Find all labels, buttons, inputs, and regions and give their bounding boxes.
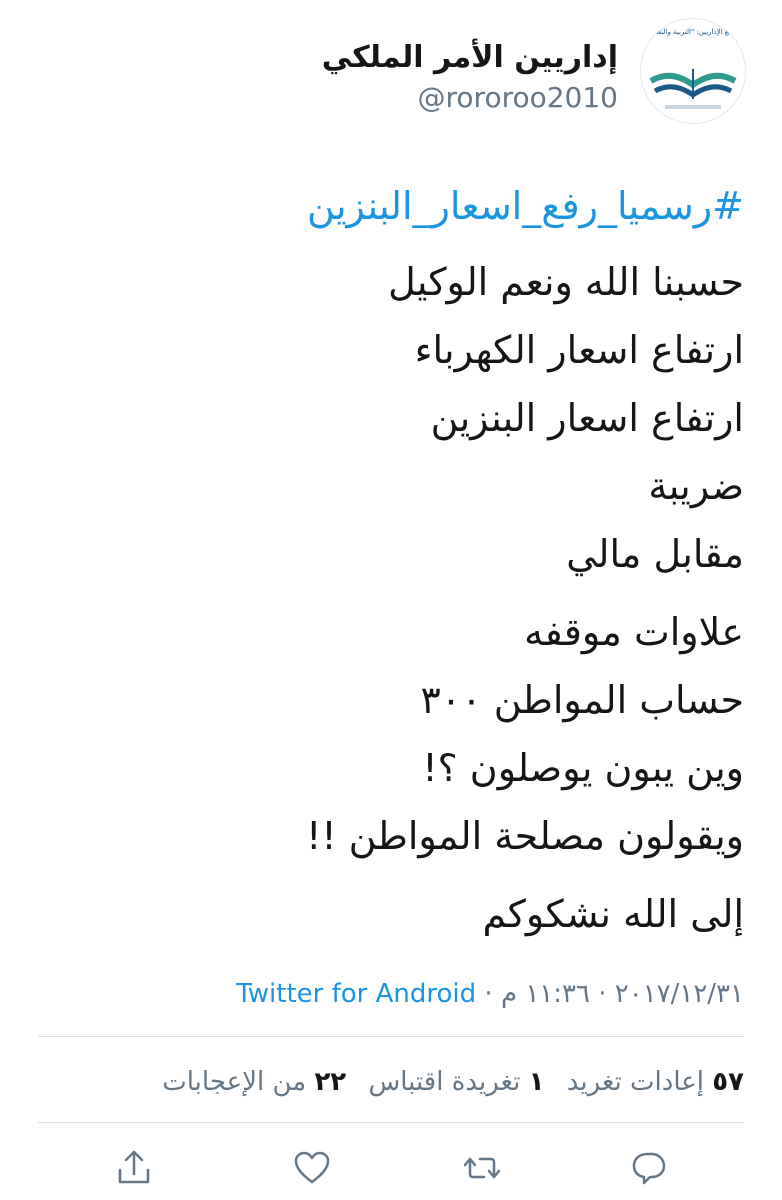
share-icon [118,1150,150,1184]
tweet-line: ارتفاع اسعار البنزين [430,396,744,440]
tweet-line: ويقولون مصلحة المواطن !! [306,814,744,858]
like-button[interactable] [290,1146,334,1190]
divider [38,1122,744,1123]
retweets-count: ٥٧ [712,1067,744,1097]
likes-count: ٢٢ [314,1067,347,1097]
tweet-line: مقابل مالي [566,532,744,576]
tweet-actions [0,1140,782,1200]
tweet-line: إلى الله نشكوكم [482,892,744,936]
avatar[interactable]: تجمع الإداريين: "التربية والتعليم" في تن… [640,18,746,124]
tweet-line: ضريبة [648,464,744,508]
reply-icon [632,1152,666,1185]
tweet-body: #رسميا_رفع_اسعار_البنزين حسبنا الله ونعم… [34,180,744,948]
display-name[interactable]: إداريين الأمر الملكي [322,38,618,78]
tweet-line: حساب المواطن ٣٠٠ [420,678,744,722]
likes-label: من الإعجابات [162,1067,307,1097]
user-handle[interactable]: @rororoo2010 [322,78,618,118]
divider [38,1036,744,1037]
meta-dot: · [598,979,607,1009]
retweets-stat[interactable]: ٥٧ إعادات تغريد [567,1067,744,1097]
retweet-icon [463,1157,501,1179]
tweet-line: ارتفاع اسعار الكهرباء [414,328,744,372]
education-logo-icon [649,69,737,109]
share-button[interactable] [112,1146,156,1190]
tweet-source-link[interactable]: Twitter for Android [236,979,476,1009]
tweet-header: تجمع الإداريين: "التربية والتعليم" في تن… [0,18,782,138]
quotes-count: ١ [528,1067,545,1097]
tweet-line: وين يبون يوصلون ؟! [422,746,744,790]
hashtag-link[interactable]: #رسميا_رفع_اسعار_البنزين [34,180,744,232]
tweet-line: حسبنا الله ونعم الوكيل [388,260,744,304]
quotes-stat[interactable]: ١ تغريدة اقتباس [368,1067,544,1097]
tweet-meta: ٢٠١٧/١٢/٣١ · ١١:٣٦ م · Twitter for Andro… [34,974,744,1014]
like-icon [294,1151,330,1184]
tweet-line: علاوات موقفه [524,610,744,654]
author-names: إداريين الأمر الملكي @rororoo2010 [322,38,618,118]
meta-dot: · [484,979,493,1009]
reply-button[interactable] [626,1146,670,1190]
tweet-date: ٢٠١٧/١٢/٣١ [614,979,744,1009]
quotes-label: تغريدة اقتباس [368,1067,521,1097]
tweet-time: ١١:٣٦ م [500,979,590,1009]
likes-stat[interactable]: ٢٢ من الإعجابات [162,1067,346,1097]
retweets-label: إعادات تغريد [566,1067,704,1097]
tweet-stats: ٥٧ إعادات تغريد ١ تغريدة اقتباس ٢٢ من ال… [34,1060,744,1104]
retweet-button[interactable] [460,1146,504,1190]
